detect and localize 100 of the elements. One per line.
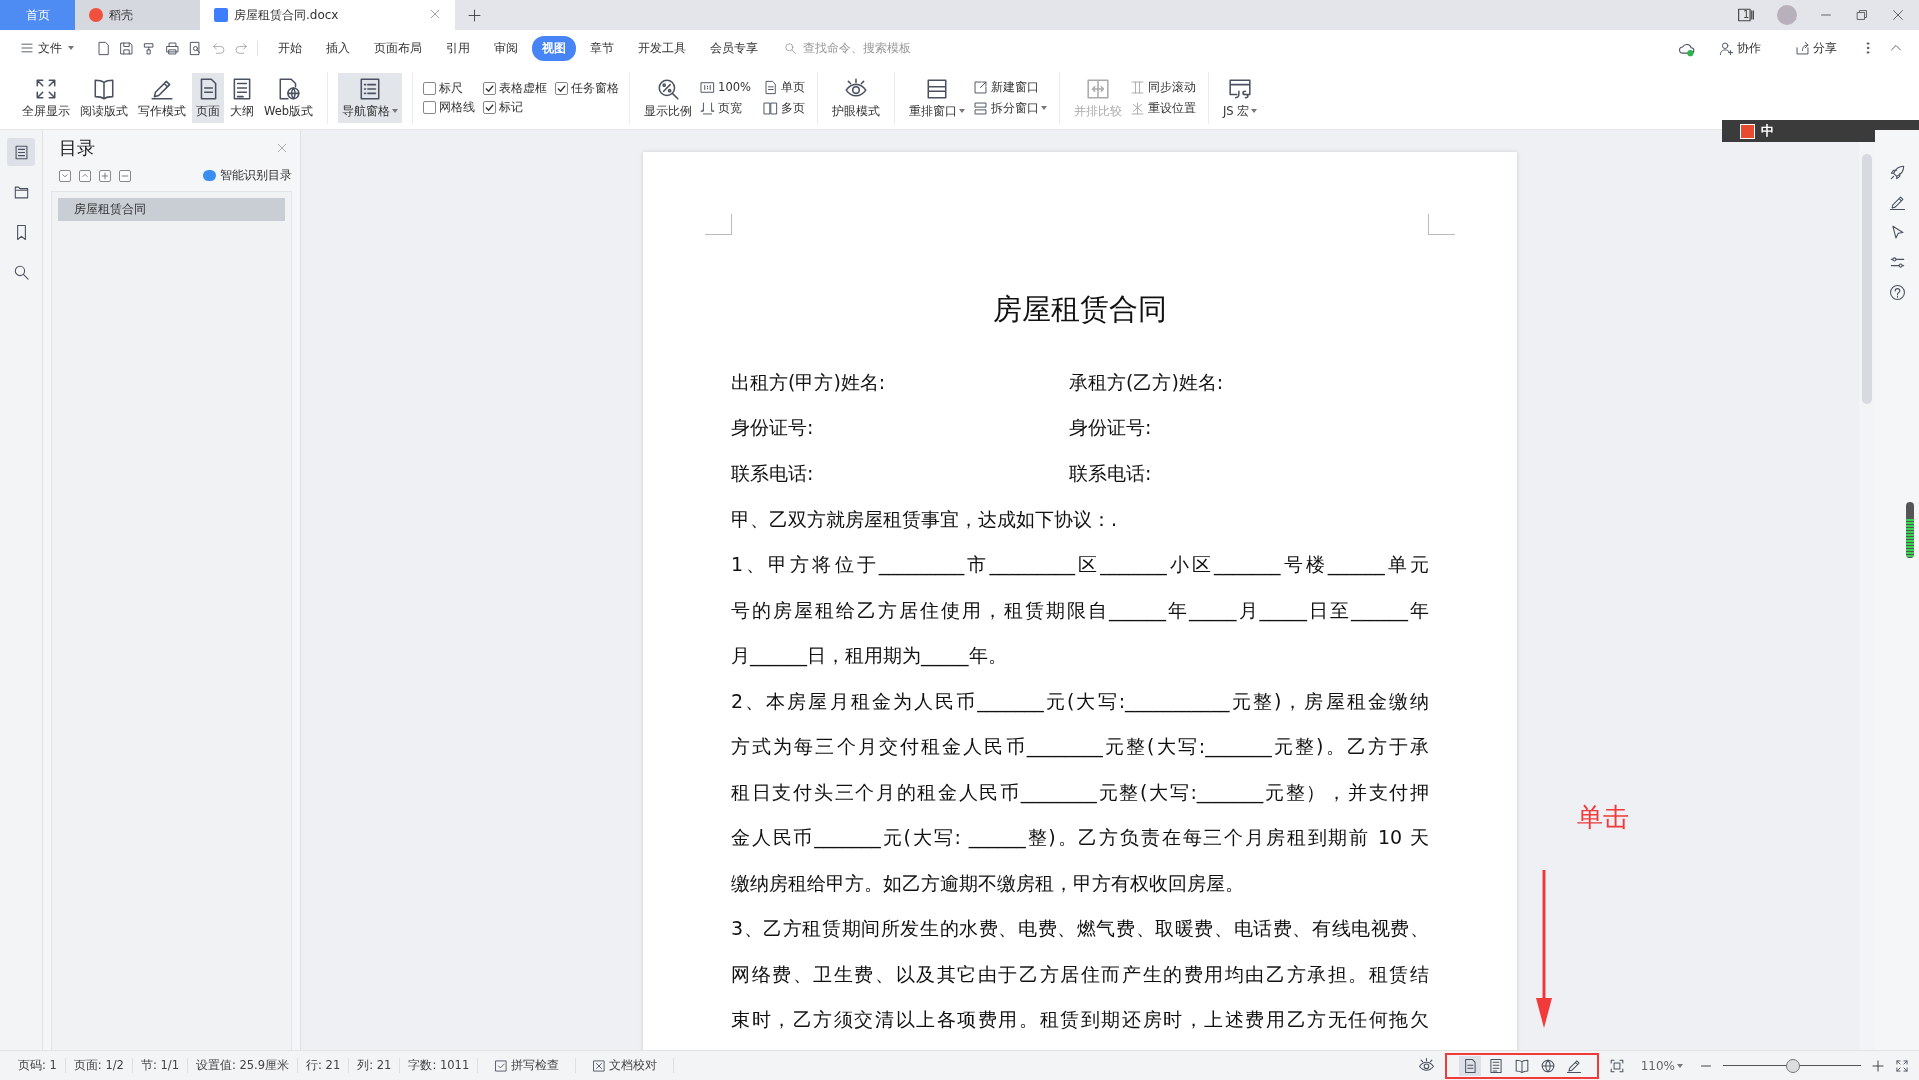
paragraph-line: 1、甲方将位于_________市_________区_______小区_______号楼______单元 xyxy=(731,552,1429,578)
ribbon-button[interactable]: 页面 xyxy=(192,72,224,123)
checkbox-label: 标尺 xyxy=(439,80,464,96)
cross-box-icon xyxy=(592,1058,607,1073)
menu-tab[interactable]: 会员专享 xyxy=(700,35,768,61)
ribbon-button[interactable]: Web版式 xyxy=(260,72,318,123)
ribbon-button[interactable]: 写作模式 xyxy=(134,72,190,123)
new-window-icon xyxy=(972,79,988,95)
menu-tab[interactable]: 开始 xyxy=(268,35,312,61)
restore-icon[interactable] xyxy=(1855,8,1869,22)
format-painter-icon[interactable] xyxy=(142,40,157,56)
check-box-icon xyxy=(494,1058,509,1073)
window-count-icon[interactable] xyxy=(1737,6,1755,24)
status-text: 页面: 1/2 xyxy=(65,1058,133,1073)
eye-icon[interactable] xyxy=(1417,1057,1435,1074)
menu-tab[interactable]: 视图 xyxy=(532,35,576,61)
paragraph-line: 租日支付头三个月的租金人民币________元整(大写:_______元整），并支付押 xyxy=(731,779,1429,806)
ribbon-button[interactable]: JS 宏 xyxy=(1218,72,1262,123)
ribbon-button[interactable]: 100% xyxy=(698,78,753,96)
document-icon xyxy=(214,8,228,22)
paragraph-line: 网络费、卫生费、以及其它由于乙方居住而产生的费用均由乙方承担。租赁结 xyxy=(731,961,1429,987)
plus-icon[interactable] xyxy=(99,169,111,182)
ribbon-button[interactable]: 单页 xyxy=(760,78,807,96)
expand-icon[interactable] xyxy=(1895,1058,1909,1073)
ribbon-button[interactable]: 阅读版式 xyxy=(76,72,132,123)
ribbon-button[interactable]: 重排窗口 xyxy=(904,72,969,123)
checkbox-label: 表格虚框 xyxy=(499,80,548,96)
menu-tab[interactable]: 插入 xyxy=(316,35,360,61)
file-menu[interactable]: 文件 xyxy=(10,35,84,61)
search-field[interactable]: 查找命令、搜索模板 xyxy=(801,40,945,56)
menu-tab[interactable]: 开发工具 xyxy=(628,35,696,61)
checkbox[interactable] xyxy=(423,81,437,95)
toolbar-button[interactable]: 分享 xyxy=(1785,35,1847,61)
field-label: 身份证号: xyxy=(1069,415,1153,441)
status-text: 列: 21 xyxy=(349,1058,401,1073)
minus-icon[interactable] xyxy=(119,169,131,182)
tab[interactable]: 稻壳 xyxy=(75,0,200,30)
close-icon[interactable] xyxy=(1891,8,1905,22)
menu-tab[interactable]: 章节 xyxy=(580,35,624,61)
ribbon-button[interactable]: 拆分窗口 xyxy=(970,99,1049,117)
ribbon-button[interactable]: 导航窗格 xyxy=(338,72,403,123)
menu-tab[interactable]: 引用 xyxy=(436,35,480,61)
paragraph-line: 金人民币_______元(大写: ______整)。乙方负责在每三个月房租到期前 10 天 xyxy=(731,825,1429,851)
plus-icon[interactable] xyxy=(467,7,482,23)
sliders-icon[interactable] xyxy=(1888,254,1906,271)
checkbox[interactable] xyxy=(555,81,569,95)
slider-thumb[interactable] xyxy=(1786,1058,1801,1073)
ribbon-button[interactable]: 全屏显示 xyxy=(18,72,74,123)
new-doc-icon[interactable] xyxy=(96,40,111,56)
sidebar-button[interactable] xyxy=(7,138,35,166)
flame-logo-icon xyxy=(89,8,103,22)
paragraph-line: 月______日，租用期为_____年。 xyxy=(731,643,1008,669)
sync-icon xyxy=(1129,79,1145,95)
save-icon[interactable] xyxy=(119,40,134,56)
pencil-icon xyxy=(1565,1057,1582,1074)
ribbon-button[interactable]: 新建窗口 xyxy=(970,78,1049,96)
paragraph-line: 号的房屋租给乙方居住使用，租赁期限自______年_____月_____日至______年 xyxy=(731,597,1429,624)
menu-tab[interactable]: 审阅 xyxy=(484,35,528,61)
scrollbar-thumb[interactable] xyxy=(1862,154,1872,404)
window-count: 1 xyxy=(1743,9,1750,20)
input-mode[interactable]: 中 xyxy=(1761,122,1774,140)
share-icon xyxy=(1795,40,1810,56)
help-icon[interactable] xyxy=(1888,284,1906,301)
ribbon-button[interactable]: 护眼模式 xyxy=(827,72,884,123)
ribbon-button[interactable]: 多页 xyxy=(760,99,807,117)
collapse-icon[interactable] xyxy=(79,169,91,182)
checkbox[interactable] xyxy=(483,81,497,95)
paragraph-line: 2、本房屋月租金为人民币_______元(大写:___________元整)，房屋租金缴纳 xyxy=(731,688,1429,715)
paragraph-line: 甲、乙双方就房屋租赁事宜，达成如下协议：. xyxy=(731,506,1119,532)
ribbon-button[interactable]: 页宽 xyxy=(698,99,753,117)
pencil-icon[interactable] xyxy=(1888,194,1906,211)
view-button[interactable] xyxy=(1458,1055,1481,1076)
menu-tab[interactable]: 页面布局 xyxy=(364,35,432,61)
smart-toc-button[interactable]: 智能识别目录 xyxy=(203,168,292,183)
expand-icon[interactable] xyxy=(59,169,71,182)
ribbon-button[interactable]: 显示比例 xyxy=(640,72,697,123)
menu-icon xyxy=(20,41,34,55)
status-button[interactable]: 文档校对 xyxy=(584,1058,666,1073)
checkbox[interactable] xyxy=(483,100,497,114)
paragraph-line: 3、乙方租赁期间所发生的水费、电费、燃气费、取暖费、电话费、有线电视费、 xyxy=(731,916,1429,941)
field-label: 联系电话: xyxy=(1069,460,1153,486)
fit-icon[interactable] xyxy=(1608,1057,1625,1074)
field-label: 身份证号: xyxy=(731,415,815,441)
preview-icon[interactable] xyxy=(188,40,203,56)
one-to-one-icon xyxy=(700,79,716,95)
status-text: 字数: 1011 xyxy=(400,1058,479,1073)
ribbon-button[interactable]: 大纲 xyxy=(226,72,258,123)
status-button[interactable]: 拼写检查 xyxy=(486,1058,568,1073)
field-label: 出租方(甲方)姓名: xyxy=(731,369,887,395)
reset-icon xyxy=(1129,100,1145,116)
status-text: 节: 1/1 xyxy=(132,1058,188,1073)
zoom-dropdown[interactable]: 110% xyxy=(1634,1057,1689,1074)
outline-item[interactable]: 房屋租赁合同 xyxy=(58,198,285,221)
printer-icon[interactable] xyxy=(165,40,180,56)
paragraph-line: 束时，乙方须交清以上各项费用。租赁到期还房时，上述费用乙方无任何拖欠 xyxy=(731,1007,1429,1032)
toolbar-button[interactable]: 协作 xyxy=(1709,35,1771,61)
checkbox[interactable] xyxy=(423,100,437,114)
rocket-icon[interactable] xyxy=(1888,164,1906,181)
tab[interactable]: 房屋租赁合同.docx xyxy=(200,0,455,30)
input-logo-icon[interactable] xyxy=(1740,123,1755,139)
